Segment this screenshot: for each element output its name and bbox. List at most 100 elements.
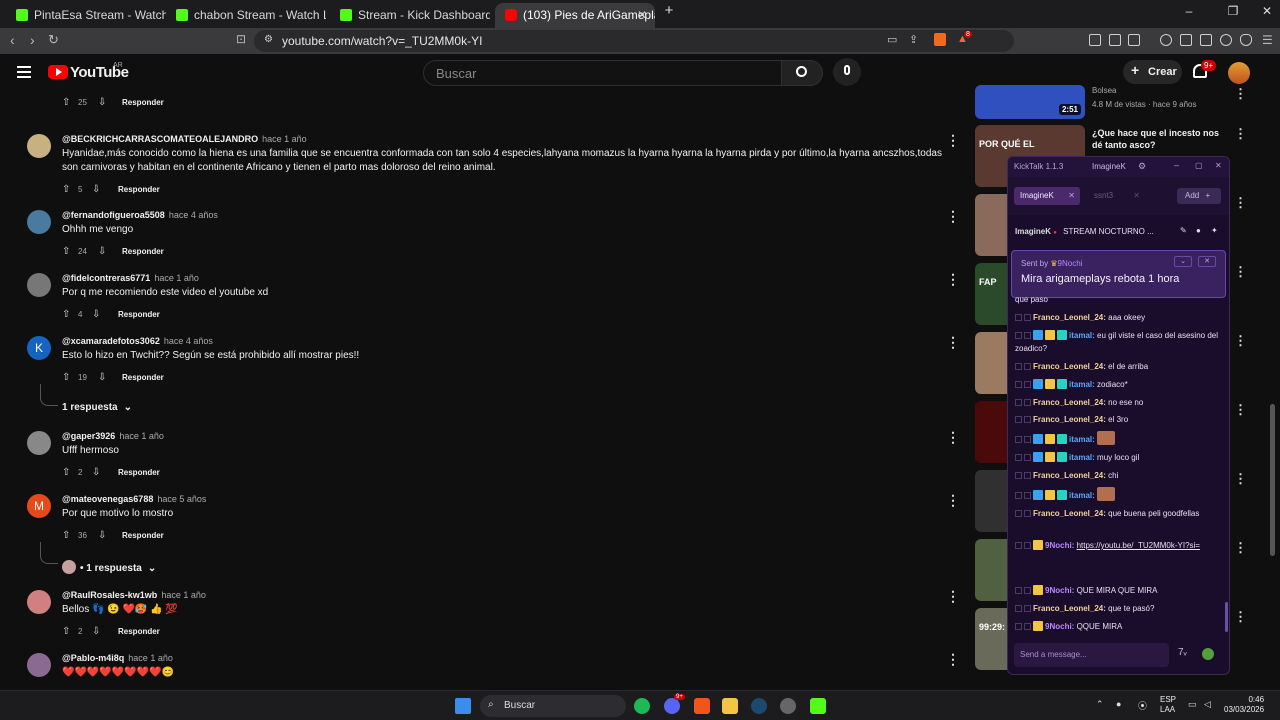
chevron-up-icon[interactable]: ⌃ bbox=[1096, 699, 1104, 710]
reply-icon[interactable] bbox=[1015, 454, 1022, 461]
chat-message[interactable]: 9Nochi: QQUE MIRA bbox=[1015, 620, 1225, 633]
chat-username[interactable]: 9Nochi: bbox=[1045, 541, 1074, 550]
reload-icon[interactable]: ↻ bbox=[48, 32, 59, 48]
more-options-icon[interactable]: ⋮ bbox=[946, 429, 960, 446]
maximize-icon[interactable]: ❐ bbox=[1224, 4, 1242, 18]
reply-button[interactable]: Responder bbox=[118, 185, 160, 194]
comment-author[interactable]: @xcamaradefotos3062 hace 4 años bbox=[62, 336, 213, 346]
spotify-icon[interactable] bbox=[634, 698, 650, 714]
brave-icon[interactable] bbox=[694, 698, 710, 714]
like-icon[interactable]: ⇧ bbox=[62, 97, 70, 108]
chat-input[interactable]: Send a message... bbox=[1014, 643, 1169, 667]
comment-time[interactable]: hace 4 años bbox=[164, 336, 213, 346]
wallet-icon[interactable] bbox=[1128, 34, 1140, 46]
kick-emote-icon[interactable] bbox=[1202, 648, 1214, 660]
tab-ssnt3[interactable]: ssnt3 ✕ bbox=[1088, 187, 1142, 205]
comment-time[interactable]: hace 5 años bbox=[157, 494, 206, 504]
chat-username[interactable]: itamal: bbox=[1069, 331, 1095, 340]
browser-tab-youtube[interactable]: (103) Pies de AriGameplays - Yo ✕ bbox=[495, 3, 655, 28]
kick-icon[interactable] bbox=[810, 698, 826, 714]
more-options-icon[interactable]: ⋮ bbox=[1234, 540, 1247, 556]
chat-message[interactable]: itamal: eu gil viste el caso del asesino… bbox=[1015, 329, 1225, 355]
hamburger-icon[interactable] bbox=[17, 66, 31, 78]
reply-icon[interactable] bbox=[1015, 492, 1022, 499]
comment-author[interactable]: @fidelcontreras6771 hace 1 año bbox=[62, 273, 199, 283]
chat-username[interactable]: itamal: bbox=[1069, 453, 1095, 462]
search-button[interactable] bbox=[781, 60, 823, 86]
chat-username[interactable]: Franco_Leonel_24: bbox=[1033, 398, 1106, 407]
bookmark-icon[interactable]: ⊡ bbox=[236, 32, 246, 46]
chat-scrollbar[interactable] bbox=[1225, 602, 1228, 632]
music-icon[interactable] bbox=[1160, 34, 1172, 46]
mod-icon[interactable] bbox=[1024, 472, 1031, 479]
channel-name[interactable]: Bolsea bbox=[1092, 86, 1116, 95]
reply-icon[interactable] bbox=[1015, 381, 1022, 388]
video-title[interactable]: ¿Que hace que el incesto nos dé tanto as… bbox=[1092, 127, 1232, 151]
reply-icon[interactable] bbox=[1015, 510, 1022, 517]
dislike-icon[interactable]: ⇩ bbox=[98, 246, 106, 257]
like-icon[interactable]: ⇧ bbox=[62, 530, 70, 541]
unpin-icon[interactable]: ✕ bbox=[1198, 256, 1216, 267]
minimize-icon[interactable]: – bbox=[1174, 160, 1179, 170]
more-options-icon[interactable]: ⋮ bbox=[1234, 471, 1247, 487]
chat-message[interactable]: itamal: bbox=[1015, 431, 1225, 446]
avatar[interactable] bbox=[27, 431, 51, 455]
comment-author[interactable]: @BECKRICHCARRASCOMATEOALEJANDRO hace 1 añ… bbox=[62, 134, 307, 144]
like-icon[interactable]: ⇧ bbox=[62, 372, 70, 383]
browser-tab-chabon[interactable]: chabon Stream - Watch Live on Kick bbox=[166, 3, 326, 28]
reply-button[interactable]: Responder bbox=[122, 531, 164, 540]
reply-icon[interactable] bbox=[1015, 416, 1022, 423]
comment-time[interactable]: hace 1 año bbox=[161, 590, 206, 600]
leo-icon[interactable] bbox=[1220, 34, 1232, 46]
mod-icon[interactable] bbox=[1024, 363, 1031, 370]
replies-toggle[interactable]: 1 respuesta ⌄ bbox=[62, 402, 132, 413]
discord-tray-icon[interactable]: ● bbox=[1116, 699, 1121, 709]
reply-icon[interactable] bbox=[1015, 399, 1022, 406]
author-name[interactable]: @xcamaradefotos3062 bbox=[62, 336, 160, 346]
close-tab-icon[interactable]: ✕ bbox=[1068, 191, 1075, 200]
avatar[interactable]: K bbox=[27, 336, 51, 360]
chat-username[interactable]: Franco_Leonel_24: bbox=[1033, 362, 1106, 371]
url-field[interactable]: ⚙ youtube.com/watch?v=_TU2MM0k-YI ▭ ⇪ ▲ … bbox=[254, 30, 1014, 52]
dislike-icon[interactable]: ⇩ bbox=[92, 626, 100, 637]
mod-icon[interactable] bbox=[1024, 332, 1031, 339]
youtube-logo-icon[interactable] bbox=[48, 65, 68, 79]
reply-button[interactable]: Responder bbox=[118, 627, 160, 636]
author-name[interactable]: @fernandofigueroa5508 bbox=[62, 210, 165, 220]
chat-username[interactable]: Franco_Leonel_24: bbox=[1033, 313, 1106, 322]
chat-message[interactable]: Franco_Leonel_24: el 3ro bbox=[1015, 413, 1225, 426]
avatar[interactable] bbox=[27, 210, 51, 234]
close-icon[interactable]: ✕ bbox=[1215, 161, 1222, 170]
more-options-icon[interactable]: ⋮ bbox=[1234, 126, 1247, 142]
mod-icon[interactable] bbox=[1024, 623, 1031, 630]
mod-icon[interactable] bbox=[1024, 416, 1031, 423]
more-options-icon[interactable]: ⋮ bbox=[1234, 609, 1247, 625]
avatar[interactable] bbox=[27, 134, 51, 158]
video-thumbnail[interactable]: 2:51 bbox=[975, 85, 1085, 119]
taskbar-search[interactable]: ⌕ Buscar bbox=[480, 695, 626, 717]
like-icon[interactable]: ⇧ bbox=[62, 246, 70, 257]
wallet2-icon[interactable] bbox=[1200, 34, 1212, 46]
author-name[interactable]: @mateovenegas6788 bbox=[62, 494, 153, 504]
like-icon[interactable]: ⇧ bbox=[62, 626, 70, 637]
comment-author[interactable]: @RaulRosales-kw1wb hace 1 año bbox=[62, 590, 206, 600]
chat-message[interactable]: itamal: muy loco gil bbox=[1015, 451, 1225, 464]
more-options-icon[interactable]: ⋮ bbox=[1234, 86, 1247, 102]
chat-message[interactable]: itamal: bbox=[1015, 487, 1225, 502]
chat-message[interactable]: Franco_Leonel_24: que buena peli goodfel… bbox=[1015, 507, 1225, 520]
chat-message[interactable]: Franco_Leonel_24: chi bbox=[1015, 469, 1225, 482]
comment-time[interactable]: hace 1 año bbox=[128, 653, 173, 663]
chat-username[interactable]: Franco_Leonel_24: bbox=[1033, 471, 1106, 480]
author-name[interactable]: @Pablo-m4i8q bbox=[62, 653, 124, 663]
mod-icon[interactable] bbox=[1024, 381, 1031, 388]
chat-message[interactable]: Franco_Leonel_24: aaa okeey bbox=[1015, 311, 1225, 324]
chat-message[interactable]: itamal: zodiaco* bbox=[1015, 378, 1225, 391]
clock[interactable]: 0:46 03/03/2026 bbox=[1224, 695, 1264, 715]
more-options-icon[interactable]: ⋮ bbox=[1234, 264, 1247, 280]
mod-icon[interactable] bbox=[1024, 436, 1031, 443]
comment-time[interactable]: hace 1 año bbox=[154, 273, 199, 283]
search-input[interactable]: Buscar bbox=[423, 60, 782, 86]
new-tab-button[interactable]: + bbox=[660, 2, 678, 19]
mod-icon[interactable] bbox=[1024, 542, 1031, 549]
windows-start-icon[interactable] bbox=[455, 698, 471, 714]
